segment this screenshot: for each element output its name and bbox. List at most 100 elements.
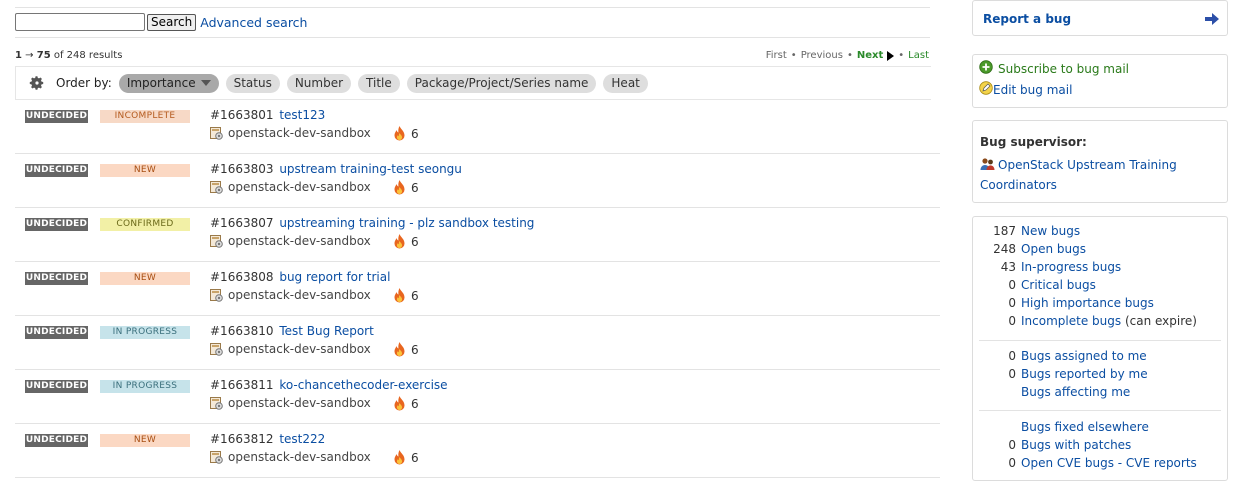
sort-number[interactable]: Number bbox=[286, 73, 352, 93]
importance-badge: UNDECIDED bbox=[25, 434, 88, 447]
importance-badge: UNDECIDED bbox=[25, 218, 88, 231]
top-divider bbox=[15, 7, 930, 8]
range-end: 75 bbox=[36, 50, 51, 61]
supervisor-team[interactable]: OpenStack Upstream Training Coordinators bbox=[980, 156, 1220, 194]
project-icon bbox=[210, 234, 223, 248]
stat-item[interactable]: 0 Bugs with patches bbox=[973, 438, 1223, 456]
flame-icon bbox=[394, 180, 405, 195]
sort-title[interactable]: Title bbox=[358, 73, 400, 93]
stat-item[interactable]: 248 Open bugs bbox=[973, 242, 1223, 260]
project-name: openstack-dev-sandbox bbox=[228, 450, 371, 464]
stat-link[interactable]: New bugs bbox=[1021, 224, 1080, 238]
sort-importance[interactable]: Importance bbox=[118, 73, 219, 93]
heat-value: 6 bbox=[411, 234, 419, 249]
project-icon bbox=[210, 180, 223, 194]
search-bar: Search Advanced search bbox=[15, 12, 307, 32]
heat-value: 6 bbox=[411, 396, 419, 411]
stat-link[interactable]: Open CVE bugs - CVE reports bbox=[1021, 456, 1197, 470]
stat-item[interactable]: 0 Open CVE bugs - CVE reports bbox=[973, 456, 1223, 474]
stat-item[interactable]: 187 New bugs bbox=[973, 224, 1223, 242]
stat-item[interactable]: 0 High importance bugs bbox=[973, 296, 1223, 314]
stat-count: 248 bbox=[993, 242, 1016, 256]
arrow-right-icon[interactable] bbox=[1205, 13, 1219, 28]
order-by-bar: Order by: Importance Status Number Title… bbox=[15, 66, 931, 100]
bug-title-link[interactable]: bug report for trial bbox=[279, 270, 390, 284]
bug-title-link[interactable]: test222 bbox=[279, 432, 325, 446]
status-badge: IN PROGRESS bbox=[100, 380, 190, 393]
edit-mail-item[interactable]: Edit bug mail bbox=[979, 81, 1072, 98]
flame-icon bbox=[394, 126, 405, 141]
stat-link[interactable]: Open bugs bbox=[1021, 242, 1086, 256]
flame-icon bbox=[394, 396, 405, 411]
bug-heading: #1663803 upstream training-test seongu bbox=[210, 162, 462, 176]
pager-dot: • bbox=[846, 50, 853, 61]
search-button[interactable]: Search bbox=[147, 13, 197, 31]
edit-bug-mail-link[interactable]: Edit bug mail bbox=[993, 83, 1072, 97]
project-name: openstack-dev-sandbox bbox=[228, 180, 371, 194]
stat-item[interactable]: 0 Incomplete bugs (can expire) bbox=[973, 314, 1223, 332]
report-bug-link[interactable]: Report a bug bbox=[983, 12, 1071, 26]
sort-status[interactable]: Status bbox=[225, 73, 280, 93]
bug-heading: #1663801 test123 bbox=[210, 108, 325, 122]
bug-title-link[interactable]: test123 bbox=[279, 108, 325, 122]
stat-count: 0 bbox=[1008, 367, 1016, 381]
supervisor-link[interactable]: OpenStack Upstream Training Coordinators bbox=[980, 158, 1177, 192]
stat-link[interactable]: Incomplete bugs bbox=[1021, 314, 1121, 328]
bug-title-link[interactable]: ko-chancethecoder-exercise bbox=[279, 378, 447, 392]
pager-last[interactable]: Last bbox=[908, 50, 929, 61]
status-badge: IN PROGRESS bbox=[100, 326, 190, 339]
stat-item[interactable]: 0 Bugs reported by me bbox=[973, 367, 1223, 385]
bug-row: UNDECIDED IN PROGRESS #1663811 ko-chance… bbox=[15, 370, 940, 424]
bug-number: #1663801 bbox=[210, 108, 274, 122]
stat-item[interactable]: 0 Bugs assigned to me bbox=[973, 349, 1223, 367]
search-input[interactable] bbox=[15, 13, 145, 31]
heat-value: 6 bbox=[411, 450, 419, 465]
importance-badge: UNDECIDED bbox=[25, 110, 88, 123]
range-start: 1 bbox=[15, 50, 22, 61]
range-arrow: → bbox=[25, 50, 34, 61]
stat-link[interactable]: Bugs with patches bbox=[1021, 438, 1131, 452]
stat-link[interactable]: In-progress bugs bbox=[1021, 260, 1121, 274]
subscribe-item[interactable]: Subscribe to bug mail bbox=[979, 60, 1129, 77]
next-arrow-icon[interactable] bbox=[887, 50, 895, 61]
stat-link[interactable]: Bugs affecting me bbox=[1021, 385, 1130, 399]
stat-item[interactable]: 43 In-progress bugs bbox=[973, 260, 1223, 278]
pager-next[interactable]: Next bbox=[857, 50, 883, 61]
stat-link[interactable]: Critical bugs bbox=[1021, 278, 1096, 292]
sort-heat[interactable]: Heat bbox=[603, 73, 648, 93]
stat-count: 0 bbox=[1008, 278, 1016, 292]
stat-item[interactable]: Bugs fixed elsewhere bbox=[973, 420, 1223, 438]
results-count: 1 → 75 of 248 results bbox=[15, 50, 122, 61]
bug-row: UNDECIDED INCOMPLETE #1663801 test123 op… bbox=[15, 100, 940, 154]
gear-icon[interactable] bbox=[28, 74, 46, 92]
importance-badge: UNDECIDED bbox=[25, 380, 88, 393]
status-badge: NEW bbox=[100, 272, 190, 285]
pager-dot: • bbox=[790, 50, 797, 61]
stat-item[interactable]: Bugs affecting me bbox=[973, 385, 1223, 403]
advanced-search-link[interactable]: Advanced search bbox=[200, 15, 307, 30]
bug-title-link[interactable]: upstreaming training - plz sandbox testi… bbox=[279, 216, 534, 230]
bug-project: openstack-dev-sandbox bbox=[210, 396, 371, 410]
report-bug-box[interactable]: Report a bug bbox=[972, 0, 1228, 36]
stat-link[interactable]: Bugs fixed elsewhere bbox=[1021, 420, 1149, 434]
stat-link[interactable]: High importance bugs bbox=[1021, 296, 1154, 310]
project-icon bbox=[210, 288, 223, 302]
divider bbox=[15, 37, 930, 38]
stat-item[interactable]: 0 Critical bugs bbox=[973, 278, 1223, 296]
bug-heat: 6 bbox=[393, 450, 419, 465]
bug-number: #1663811 bbox=[210, 378, 274, 392]
importance-badge: UNDECIDED bbox=[25, 326, 88, 339]
stat-link[interactable]: Bugs reported by me bbox=[1021, 367, 1148, 381]
pencil-icon bbox=[979, 81, 993, 98]
bug-project: openstack-dev-sandbox bbox=[210, 234, 371, 248]
status-badge: NEW bbox=[100, 164, 190, 177]
stat-link[interactable]: Bugs assigned to me bbox=[1021, 349, 1147, 363]
sort-package-project-series[interactable]: Package/Project/Series name bbox=[406, 73, 597, 93]
flame-icon bbox=[394, 342, 405, 357]
bug-title-link[interactable]: upstream training-test seongu bbox=[279, 162, 462, 176]
subscribe-link[interactable]: Subscribe to bug mail bbox=[998, 62, 1129, 76]
bug-title-link[interactable]: Test Bug Report bbox=[279, 324, 374, 338]
project-icon bbox=[210, 396, 223, 410]
pager-previous: Previous bbox=[800, 50, 843, 61]
bug-project: openstack-dev-sandbox bbox=[210, 342, 371, 356]
